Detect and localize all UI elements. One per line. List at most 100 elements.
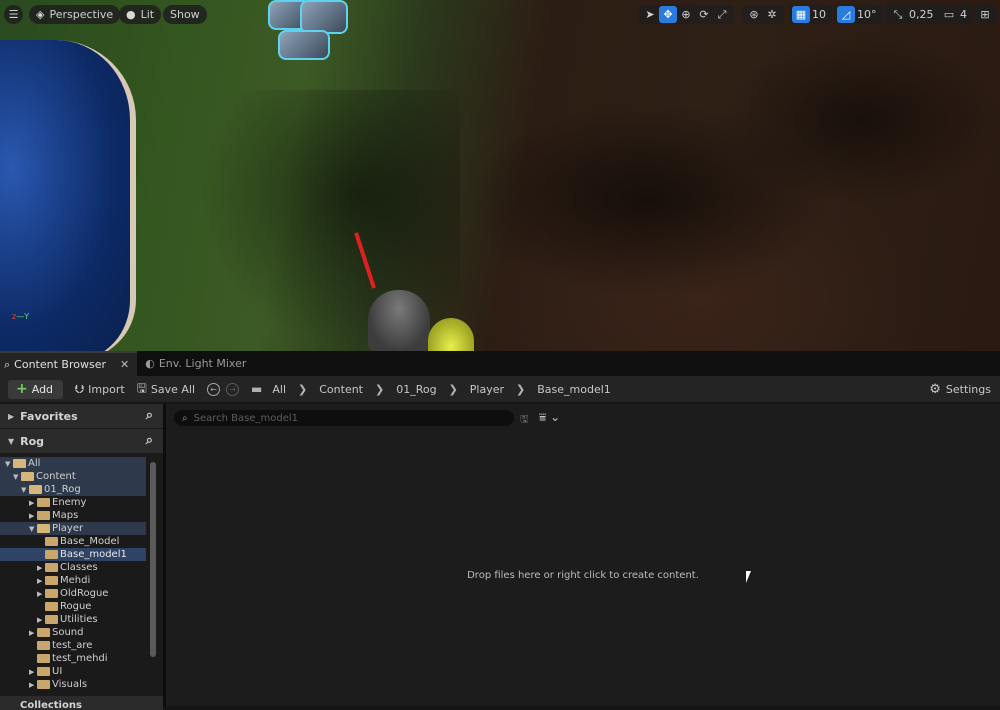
chevron-right-icon[interactable]: ▶ xyxy=(29,499,37,507)
save-all-button[interactable]: 🖫 Save All xyxy=(137,379,195,400)
tree-item[interactable]: test_are xyxy=(0,639,146,652)
level-viewport[interactable]: z—Y ☰ ◈ Perspective ● Lit Show ➤ ✥ ⊕ ⟳ ⤢… xyxy=(0,0,1000,351)
tab-label: Content Browser xyxy=(14,358,106,371)
viewport-menu-button[interactable]: ☰ xyxy=(4,5,23,24)
breadcrumb-item-base-model1[interactable]: Base_model1 xyxy=(537,383,611,396)
folder-icon xyxy=(37,641,50,650)
chevron-right-icon[interactable]: ❯ xyxy=(516,383,525,396)
asset-search-box[interactable]: ⌕ xyxy=(174,410,514,426)
search-icon[interactable]: ⌕ xyxy=(146,433,153,448)
tree-item[interactable]: ▶ Maps xyxy=(0,509,146,522)
forward-arrow-icon[interactable]: → xyxy=(226,382,240,396)
tree-item[interactable]: ▶ Classes xyxy=(0,561,146,574)
chevron-down-icon[interactable]: ▼ xyxy=(29,525,37,533)
scale-snap-icon[interactable]: ⤡ xyxy=(889,6,907,23)
collections-header[interactable]: Collections xyxy=(0,696,163,710)
fullscale-mode-icon[interactable]: ⤢ xyxy=(713,6,731,23)
breadcrumb-item-content[interactable]: Content xyxy=(319,383,363,396)
surface-snap-icon[interactable]: ✲ xyxy=(763,6,781,23)
search-input[interactable] xyxy=(193,412,494,424)
coordinate-space-group: ⊛ ✲ xyxy=(742,5,784,24)
cube-icon: ◈ xyxy=(36,8,45,21)
import-button[interactable]: ⮋ Import xyxy=(75,382,125,397)
tree-item[interactable]: ▶ OldRogue xyxy=(0,587,146,600)
tree-item[interactable]: ▼ 01_Rog xyxy=(0,483,146,496)
save-search-icon[interactable]: 🖫 xyxy=(520,412,529,429)
save-icon: 🖫 xyxy=(136,380,147,395)
search-icon[interactable]: ⌕ xyxy=(146,408,153,423)
chevron-right-icon[interactable]: ▶ xyxy=(29,629,37,637)
grid-snap-group[interactable]: ▦ 10 xyxy=(789,5,832,24)
scale-mode-icon[interactable]: ⟳ xyxy=(695,6,713,23)
tree-item[interactable]: ▶ Sound xyxy=(0,626,146,639)
chevron-right-icon[interactable]: ▶ xyxy=(37,564,45,572)
tree-item[interactable]: ▼ Content xyxy=(0,470,146,483)
breadcrumb-item-player[interactable]: Player xyxy=(470,383,504,396)
tree-item[interactable]: ▶ Enemy xyxy=(0,496,146,509)
tab-env-light-mixer[interactable]: ◐ Env. Light Mixer xyxy=(137,351,254,376)
chevron-right-icon[interactable]: ▶ xyxy=(37,590,45,598)
tree-item[interactable]: Rogue xyxy=(0,600,146,613)
rotation-snap-icon[interactable]: ◿ xyxy=(837,6,855,23)
transform-mode-group: ➤ ✥ ⊕ ⟳ ⤢ xyxy=(638,5,734,24)
folder-icon xyxy=(37,511,50,520)
chevron-right-icon[interactable]: ▶ xyxy=(29,681,37,689)
settings-label: Settings xyxy=(945,382,991,396)
breadcrumb-item-all[interactable]: All xyxy=(272,383,286,396)
folder-open-icon xyxy=(21,472,34,481)
filter-icon[interactable]: ⩸ ⌄ xyxy=(539,410,560,425)
asset-view[interactable]: ⌕ 🖫 ⩸ ⌄ Drop files here or right click t… xyxy=(166,404,1000,706)
tree-item[interactable]: ▼ All xyxy=(0,457,146,470)
viewport-crystal-rock xyxy=(300,0,348,34)
scale-snap-group[interactable]: ⤡ 0,25 xyxy=(886,5,940,24)
rotation-snap-group[interactable]: ◿ 10° xyxy=(834,5,883,24)
close-icon[interactable]: ✕ xyxy=(120,358,129,371)
axis-indicator: z—Y xyxy=(12,312,30,321)
project-header[interactable]: ▼ Rog ⌕ xyxy=(0,429,163,453)
settings-button[interactable]: ⚙ Settings xyxy=(929,376,991,402)
chevron-down-icon[interactable]: ▼ xyxy=(5,460,13,468)
tree-item[interactable]: ▶ Mehdi xyxy=(0,574,146,587)
viewport-layout-button[interactable]: ⊞ xyxy=(975,5,995,24)
chevron-right-icon[interactable]: ❯ xyxy=(449,383,458,396)
grid-snap-icon[interactable]: ▦ xyxy=(792,6,810,23)
back-arrow-icon[interactable]: ← xyxy=(207,382,221,396)
player-character[interactable] xyxy=(368,290,430,351)
tree-scrollbar-thumb[interactable] xyxy=(150,462,156,657)
tree-item[interactable]: ▶ Utilities xyxy=(0,613,146,626)
project-label: Rog xyxy=(20,434,45,448)
chevron-right-icon[interactable]: ❯ xyxy=(375,383,384,396)
chevron-right-icon[interactable]: ▶ xyxy=(29,512,37,520)
chevron-right-icon[interactable]: ▶ xyxy=(37,616,45,624)
folder-icon: ▬ xyxy=(251,382,263,396)
world-space-icon[interactable]: ⊛ xyxy=(745,6,763,23)
tree-item[interactable]: Base_Model xyxy=(0,535,146,548)
tree-item[interactable]: ▶ UI xyxy=(0,665,146,678)
chevron-right-icon[interactable]: ▶ xyxy=(29,668,37,676)
select-mode-icon[interactable]: ➤ xyxy=(641,6,659,23)
perspective-button[interactable]: ◈ Perspective xyxy=(29,5,121,24)
folder-icon xyxy=(45,576,58,585)
breadcrumb-item-01-rog[interactable]: 01_Rog xyxy=(396,383,436,396)
tree-item[interactable]: Base_model1 xyxy=(0,548,146,561)
show-button[interactable]: Show xyxy=(163,5,207,24)
tree-item-label: OldRogue xyxy=(60,588,109,599)
favorites-header[interactable]: ▶ Favorites ⌕ xyxy=(0,404,163,428)
add-button[interactable]: + Add xyxy=(8,379,64,399)
folder-icon xyxy=(37,628,50,637)
tree-item-label: Mehdi xyxy=(60,575,91,586)
tree-item[interactable]: ▶ Visuals xyxy=(0,678,146,691)
tree-item[interactable]: test_mehdi xyxy=(0,652,146,665)
chevron-down-icon[interactable]: ▼ xyxy=(21,486,29,494)
chevron-down-icon[interactable]: ▼ xyxy=(13,473,21,481)
lit-button[interactable]: ● Lit xyxy=(119,5,162,24)
camera-speed-group[interactable]: ▭ 4 xyxy=(937,5,973,24)
tree-item-label: Classes xyxy=(60,562,98,573)
camera-icon[interactable]: ▭ xyxy=(940,6,958,23)
rotate-mode-icon[interactable]: ⊕ xyxy=(677,6,695,23)
translate-mode-icon[interactable]: ✥ xyxy=(659,6,677,23)
chevron-right-icon[interactable]: ▶ xyxy=(37,577,45,585)
tab-content-browser[interactable]: ⌕ Content Browser ✕ xyxy=(0,351,138,376)
tree-item[interactable]: ▼ Player xyxy=(0,522,146,535)
chevron-right-icon[interactable]: ❯ xyxy=(298,383,307,396)
